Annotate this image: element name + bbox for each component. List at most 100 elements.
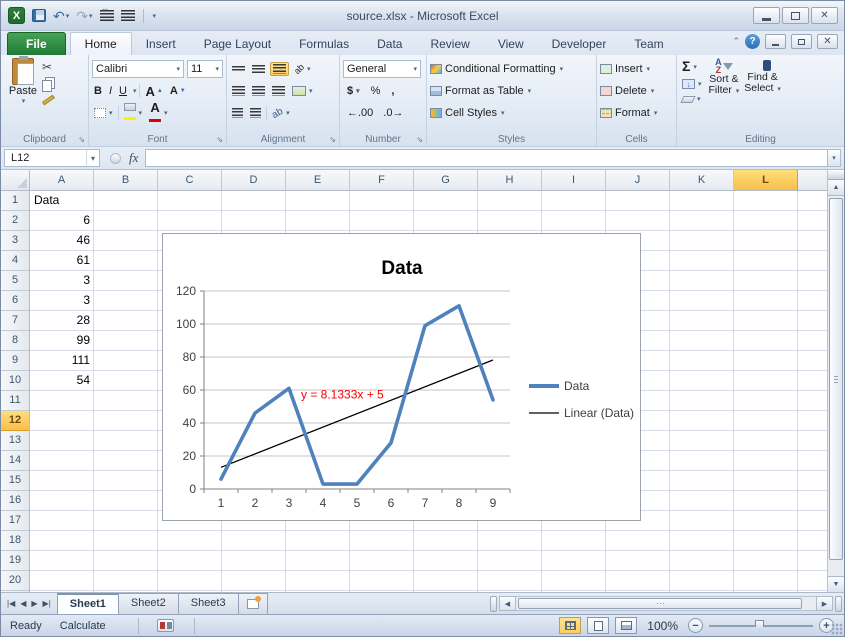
- page-layout-view-button[interactable]: [587, 617, 609, 634]
- format-as-table-button[interactable]: Format as Table▾: [430, 80, 593, 102]
- font-color-button[interactable]: A▾: [147, 101, 170, 126]
- page-break-view-button[interactable]: [615, 617, 637, 634]
- shrink-font-button[interactable]: A▼: [168, 84, 188, 98]
- prev-sheet-icon[interactable]: ◀: [18, 597, 28, 610]
- restore-button[interactable]: [782, 7, 809, 24]
- column-header-G[interactable]: G: [414, 170, 478, 190]
- justify-lines-icon[interactable]: [119, 6, 137, 26]
- next-sheet-icon[interactable]: ▶: [29, 597, 39, 610]
- align-middle-icon[interactable]: [250, 64, 267, 74]
- ribbon-tab-view[interactable]: View: [484, 33, 538, 55]
- align-bottom-icon[interactable]: [270, 62, 289, 76]
- tab-split-handle[interactable]: [490, 596, 497, 612]
- row-header-15[interactable]: 15: [1, 471, 29, 491]
- row-header-20[interactable]: 20: [1, 571, 29, 591]
- scroll-down-icon[interactable]: ▼: [828, 576, 844, 592]
- zoom-slider[interactable]: [709, 625, 813, 627]
- column-header-E[interactable]: E: [286, 170, 350, 190]
- row-header-7[interactable]: 7: [1, 311, 29, 331]
- row-header-1[interactable]: 1: [1, 191, 29, 211]
- row-header-3[interactable]: 3: [1, 231, 29, 251]
- zoom-level[interactable]: 100%: [647, 619, 678, 633]
- row-header-14[interactable]: 14: [1, 451, 29, 471]
- row-header-6[interactable]: 6: [1, 291, 29, 311]
- copy-icon[interactable]: [42, 80, 52, 92]
- horizontal-scrollbar[interactable]: ◀ ▶: [488, 593, 844, 614]
- collapse-ribbon-icon[interactable]: ⌃: [732, 36, 740, 47]
- wrap-text-icon[interactable]: ab▾: [270, 107, 292, 120]
- column-header-B[interactable]: B: [94, 170, 158, 190]
- excel-logo-icon[interactable]: X: [6, 6, 27, 26]
- cell-A9[interactable]: 111: [30, 351, 94, 371]
- column-header-K[interactable]: K: [670, 170, 734, 190]
- cell-A7[interactable]: 28: [30, 311, 94, 331]
- format-cells-button[interactable]: Format▾: [600, 102, 673, 124]
- doc-close-button[interactable]: ✕: [817, 34, 838, 49]
- cell-A10[interactable]: 54: [30, 371, 94, 391]
- align-left-icon[interactable]: [230, 85, 247, 97]
- embedded-chart[interactable]: Data020406080100120123456789y = 8.1333x …: [162, 233, 641, 521]
- number-format-select[interactable]: General▾: [343, 60, 421, 78]
- insert-cells-button[interactable]: Insert▾: [600, 58, 673, 80]
- undo-button[interactable]: ↶▾: [51, 6, 71, 26]
- help-icon[interactable]: ?: [745, 34, 760, 49]
- horizontal-split-handle[interactable]: [835, 596, 842, 612]
- normal-view-button[interactable]: [559, 617, 581, 634]
- column-header-H[interactable]: H: [478, 170, 542, 190]
- last-sheet-icon[interactable]: ▶|: [41, 597, 53, 610]
- row-header-2[interactable]: 2: [1, 211, 29, 231]
- ribbon-tab-formulas[interactable]: Formulas: [285, 33, 363, 55]
- minimize-button[interactable]: [753, 7, 780, 24]
- doc-restore-button[interactable]: [791, 34, 812, 49]
- cell-A6[interactable]: 3: [30, 291, 94, 311]
- percent-button[interactable]: %: [369, 84, 383, 98]
- comma-button[interactable]: ,: [389, 84, 396, 98]
- status-calculate[interactable]: Calculate: [60, 620, 106, 632]
- clipboard-dialog-launcher[interactable]: ⇘: [78, 135, 85, 144]
- sheet-tab-sheet3[interactable]: Sheet3: [178, 593, 239, 614]
- column-width-icon[interactable]: [98, 6, 116, 26]
- cell-A8[interactable]: 99: [30, 331, 94, 351]
- cell-A2[interactable]: 6: [30, 211, 94, 231]
- orientation-icon[interactable]: ab▾: [292, 63, 313, 75]
- row-header-13[interactable]: 13: [1, 431, 29, 451]
- row-header-9[interactable]: 9: [1, 351, 29, 371]
- column-header-D[interactable]: D: [222, 170, 286, 190]
- fill-color-button[interactable]: ▾: [122, 102, 145, 124]
- font-size-select[interactable]: 11▾: [187, 60, 223, 78]
- select-all-corner[interactable]: [1, 170, 30, 191]
- autosum-button[interactable]: Σ▾: [680, 59, 704, 74]
- underline-button[interactable]: U: [117, 84, 129, 98]
- ribbon-tab-file[interactable]: File: [7, 32, 66, 55]
- bold-button[interactable]: B: [92, 84, 104, 98]
- row-header-16[interactable]: 16: [1, 491, 29, 511]
- number-dialog-launcher[interactable]: ⇘: [416, 135, 423, 144]
- row-header-11[interactable]: 11: [1, 391, 29, 411]
- redo-button[interactable]: ↷▾: [74, 6, 94, 26]
- name-box[interactable]: L12 ▾: [4, 149, 100, 167]
- resize-grip[interactable]: [831, 623, 843, 635]
- expand-formula-bar-icon[interactable]: ▾: [827, 149, 841, 167]
- ribbon-tab-home[interactable]: Home: [70, 32, 132, 55]
- clear-button[interactable]: ▾: [680, 94, 704, 104]
- horizontal-scroll-thumb[interactable]: [518, 598, 802, 609]
- scroll-right-icon[interactable]: ▶: [816, 596, 833, 611]
- ribbon-tab-data[interactable]: Data: [363, 33, 416, 55]
- macro-record-icon[interactable]: [157, 619, 174, 632]
- sheet-tab-sheet1[interactable]: Sheet1: [57, 593, 119, 614]
- insert-function-button[interactable]: fx: [129, 150, 138, 166]
- ribbon-tab-page-layout[interactable]: Page Layout: [190, 33, 285, 55]
- scroll-up-icon[interactable]: ▲: [828, 180, 844, 196]
- vertical-split-handle[interactable]: [828, 170, 844, 180]
- column-header-J[interactable]: J: [606, 170, 670, 190]
- increase-decimal-button[interactable]: ←.00: [345, 106, 375, 120]
- column-header-C[interactable]: C: [158, 170, 222, 190]
- row-header-19[interactable]: 19: [1, 551, 29, 571]
- alignment-dialog-launcher[interactable]: ⇘: [329, 135, 336, 144]
- cell-styles-button[interactable]: Cell Styles▾: [430, 102, 593, 124]
- delete-cells-button[interactable]: Delete▾: [600, 80, 673, 102]
- sheet-tab-sheet2[interactable]: Sheet2: [118, 593, 179, 614]
- column-header-F[interactable]: F: [350, 170, 414, 190]
- vertical-scrollbar[interactable]: ▲ ▼: [827, 170, 844, 592]
- ribbon-tab-insert[interactable]: Insert: [132, 33, 190, 55]
